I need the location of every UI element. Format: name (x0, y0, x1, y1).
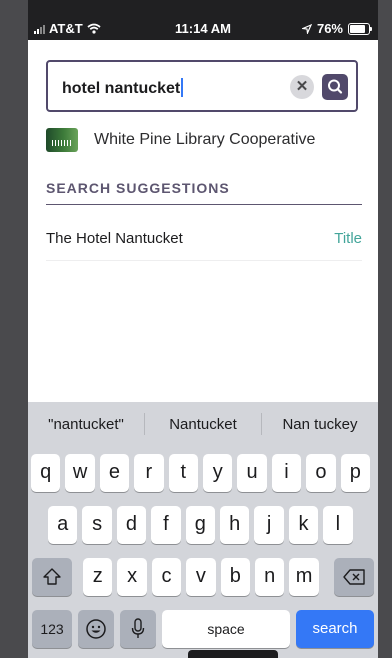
search-key[interactable]: search (296, 610, 374, 648)
key-z[interactable]: z (83, 558, 113, 596)
status-bar: AT&T 11:14 AM 76% (28, 0, 378, 40)
key-c[interactable]: c (151, 558, 182, 596)
key-y[interactable]: y (203, 454, 233, 492)
shift-key[interactable] (32, 558, 72, 596)
key-e[interactable]: e (99, 454, 130, 492)
key-j[interactable]: j (254, 506, 284, 544)
background-app-right (378, 0, 392, 658)
battery-percent: 76% (316, 21, 343, 36)
key-s[interactable]: s (82, 506, 112, 544)
key-w[interactable]: w (65, 454, 95, 492)
suggestion-item[interactable]: The Hotel Nantucket Title (46, 220, 362, 261)
library-logo-icon (46, 128, 78, 152)
key-k[interactable]: k (288, 506, 319, 544)
text-caret (181, 78, 184, 97)
keyboard: "nantucket" Nantucket Nan tuckey qwertyu… (28, 402, 378, 658)
key-q[interactable]: q (31, 454, 61, 492)
key-b[interactable]: b (220, 558, 250, 596)
key-g[interactable]: g (185, 506, 215, 544)
shift-icon (43, 568, 61, 585)
search-field[interactable]: hotel nantucket ✕ (46, 60, 358, 112)
battery-icon (348, 22, 372, 35)
divider (46, 204, 362, 205)
key-n[interactable]: n (255, 558, 285, 596)
key-v[interactable]: v (186, 558, 216, 596)
dictation-key[interactable] (120, 610, 156, 648)
status-right: 76% (301, 21, 372, 36)
search-input[interactable]: hotel nantucket (62, 80, 180, 97)
search-query-wrap: hotel nantucket (62, 78, 184, 98)
home-indicator (188, 650, 278, 658)
key-h[interactable]: h (220, 506, 250, 544)
emoji-icon (86, 619, 106, 639)
key-a[interactable]: a (48, 506, 78, 544)
key-o[interactable]: o (306, 454, 336, 492)
close-icon: ✕ (295, 78, 309, 95)
search-submit-button[interactable] (322, 74, 348, 100)
key-r[interactable]: r (134, 454, 164, 492)
key-l[interactable]: l (323, 506, 353, 544)
backspace-key[interactable] (334, 558, 374, 596)
key-x[interactable]: x (117, 558, 147, 596)
key-i[interactable]: i (271, 454, 302, 492)
prediction-quoted[interactable]: "nantucket" (28, 416, 144, 433)
key-t[interactable]: t (168, 454, 198, 492)
search-sheet: AT&T 11:14 AM 76% hotel nantucket ✕ Whit… (28, 0, 378, 658)
prediction-primary[interactable]: Nantucket (145, 416, 261, 433)
prediction-alternate[interactable]: Nan tuckey (262, 416, 378, 433)
suggestions-heading: SEARCH SUGGESTIONS (46, 180, 230, 196)
clear-search-button[interactable]: ✕ (290, 75, 314, 99)
library-name: White Pine Library Cooperative (94, 131, 316, 148)
emoji-key[interactable] (78, 610, 114, 648)
key-p[interactable]: p (340, 454, 370, 492)
key-d[interactable]: d (116, 506, 147, 544)
key-m[interactable]: m (289, 558, 319, 596)
space-key[interactable]: space (162, 610, 290, 648)
suggestion-type: Title (334, 230, 362, 247)
key-f[interactable]: f (151, 506, 181, 544)
key-u[interactable]: u (237, 454, 267, 492)
numbers-key[interactable]: 123 (32, 610, 72, 648)
library-selector[interactable]: White Pine Library Cooperative (46, 126, 315, 154)
search-icon (328, 79, 343, 94)
microphone-icon (131, 618, 145, 638)
predictive-bar: "nantucket" Nantucket Nan tuckey (28, 402, 378, 446)
battery-fill (350, 24, 366, 33)
location-arrow-icon (301, 23, 312, 34)
backspace-icon (343, 569, 365, 585)
background-app-left (0, 0, 28, 658)
suggestion-text: The Hotel Nantucket (46, 230, 183, 247)
